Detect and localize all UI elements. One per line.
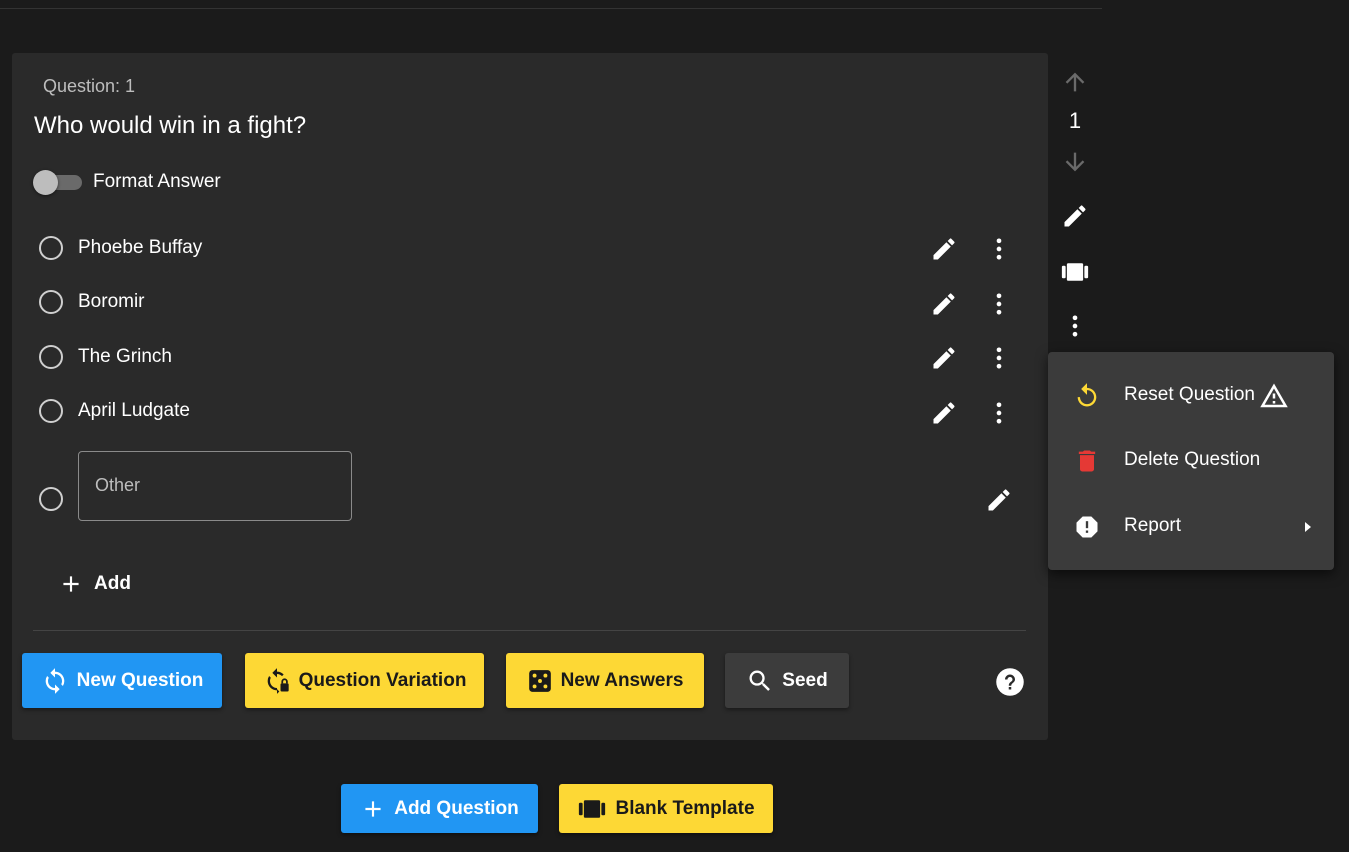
answer-radio[interactable] <box>39 290 63 314</box>
question-number: Question: 1 <box>43 76 136 96</box>
move-up-button[interactable] <box>1060 68 1090 96</box>
pencil-icon <box>933 402 955 424</box>
blank-template-button[interactable]: Blank Template <box>559 784 773 833</box>
answer-radio[interactable] <box>39 236 63 260</box>
pencil-icon <box>1064 205 1086 227</box>
answer-more-button[interactable] <box>984 398 1014 428</box>
other-radio[interactable] <box>39 487 63 511</box>
actions-divider <box>33 630 1026 631</box>
top-divider <box>0 8 1102 9</box>
blank-template-label: Blank Template <box>615 797 755 819</box>
arrow-up-icon <box>1065 72 1085 92</box>
plus-icon <box>63 576 79 592</box>
question-more-button[interactable] <box>1060 311 1090 341</box>
variation-icon <box>267 667 289 694</box>
menu-item-report[interactable]: Report <box>1048 502 1334 552</box>
format-answer-label: Format Answer <box>93 171 221 192</box>
seed-button[interactable]: Seed <box>725 653 849 708</box>
menu-item-label: Delete Question <box>1124 449 1261 470</box>
answer-more-button[interactable] <box>984 343 1014 373</box>
add-answer-label: Add <box>94 573 131 594</box>
more-vert-icon <box>996 238 1002 260</box>
other-input[interactable] <box>93 474 337 497</box>
help-button[interactable] <box>995 667 1025 697</box>
dice-icon <box>528 669 551 692</box>
question-variation-button[interactable]: Question Variation <box>245 653 484 708</box>
question-order-number: 1 <box>1068 108 1082 133</box>
more-vert-icon <box>996 293 1002 315</box>
edit-other-button[interactable] <box>984 485 1014 515</box>
menu-item-label: Reset Question <box>1124 384 1255 405</box>
format-answer-toggle[interactable] <box>33 170 82 195</box>
new-answers-label: New Answers <box>560 669 684 691</box>
menu-item-delete-question[interactable]: Delete Question <box>1048 436 1334 486</box>
search-icon <box>749 670 771 691</box>
seed-label: Seed <box>782 669 828 691</box>
add-question-label: Add Question <box>394 797 519 819</box>
toggle-thumb <box>33 170 58 195</box>
answer-more-button[interactable] <box>984 289 1014 319</box>
more-vert-icon <box>1072 315 1078 337</box>
report-icon <box>1072 512 1102 542</box>
chevron-right-icon <box>1298 515 1318 539</box>
edit-answer-button[interactable] <box>929 398 959 428</box>
answer-label: Phoebe Buffay <box>78 237 203 258</box>
answer-label: April Ludgate <box>78 400 190 421</box>
edit-answer-button[interactable] <box>929 289 959 319</box>
pencil-icon <box>933 293 955 315</box>
answer-radio[interactable] <box>39 399 63 423</box>
warning-icon <box>1258 381 1290 411</box>
answer-more-button[interactable] <box>984 234 1014 264</box>
question-card <box>12 53 1048 740</box>
template-button[interactable] <box>1060 257 1090 287</box>
help-icon <box>996 668 1024 696</box>
new-answers-button[interactable]: New Answers <box>506 653 704 708</box>
plus-icon <box>365 800 381 817</box>
answer-label: Boromir <box>78 291 145 312</box>
edit-answer-button[interactable] <box>929 343 959 373</box>
pencil-icon <box>933 238 955 260</box>
pencil-icon <box>988 489 1010 511</box>
trash-icon <box>1072 446 1102 476</box>
question-context-menu: Reset Question Delete Question Report <box>1048 352 1334 570</box>
move-down-button[interactable] <box>1060 148 1090 176</box>
template-icon <box>1061 263 1089 281</box>
answer-label: The Grinch <box>78 346 172 367</box>
refresh-icon <box>1072 381 1102 411</box>
new-question-label: New Question <box>76 669 204 691</box>
other-field[interactable] <box>78 451 352 521</box>
menu-item-label: Report <box>1124 515 1182 536</box>
new-question-button[interactable]: New Question <box>22 653 222 708</box>
edit-question-button[interactable] <box>1060 201 1090 231</box>
answer-radio[interactable] <box>39 345 63 369</box>
question-variation-label: Question Variation <box>298 669 467 691</box>
more-vert-icon <box>996 402 1002 424</box>
pencil-icon <box>933 347 955 369</box>
template-icon <box>579 799 606 818</box>
edit-answer-button[interactable] <box>929 234 959 264</box>
more-vert-icon <box>996 347 1002 369</box>
add-question-button[interactable]: Add Question <box>341 784 538 833</box>
sync-icon <box>45 667 64 694</box>
menu-item-reset-question[interactable]: Reset Question <box>1048 371 1334 421</box>
question-text[interactable]: Who would win in a fight? <box>34 112 306 140</box>
add-answer-button[interactable]: Add <box>58 568 131 600</box>
arrow-down-icon <box>1065 152 1085 172</box>
